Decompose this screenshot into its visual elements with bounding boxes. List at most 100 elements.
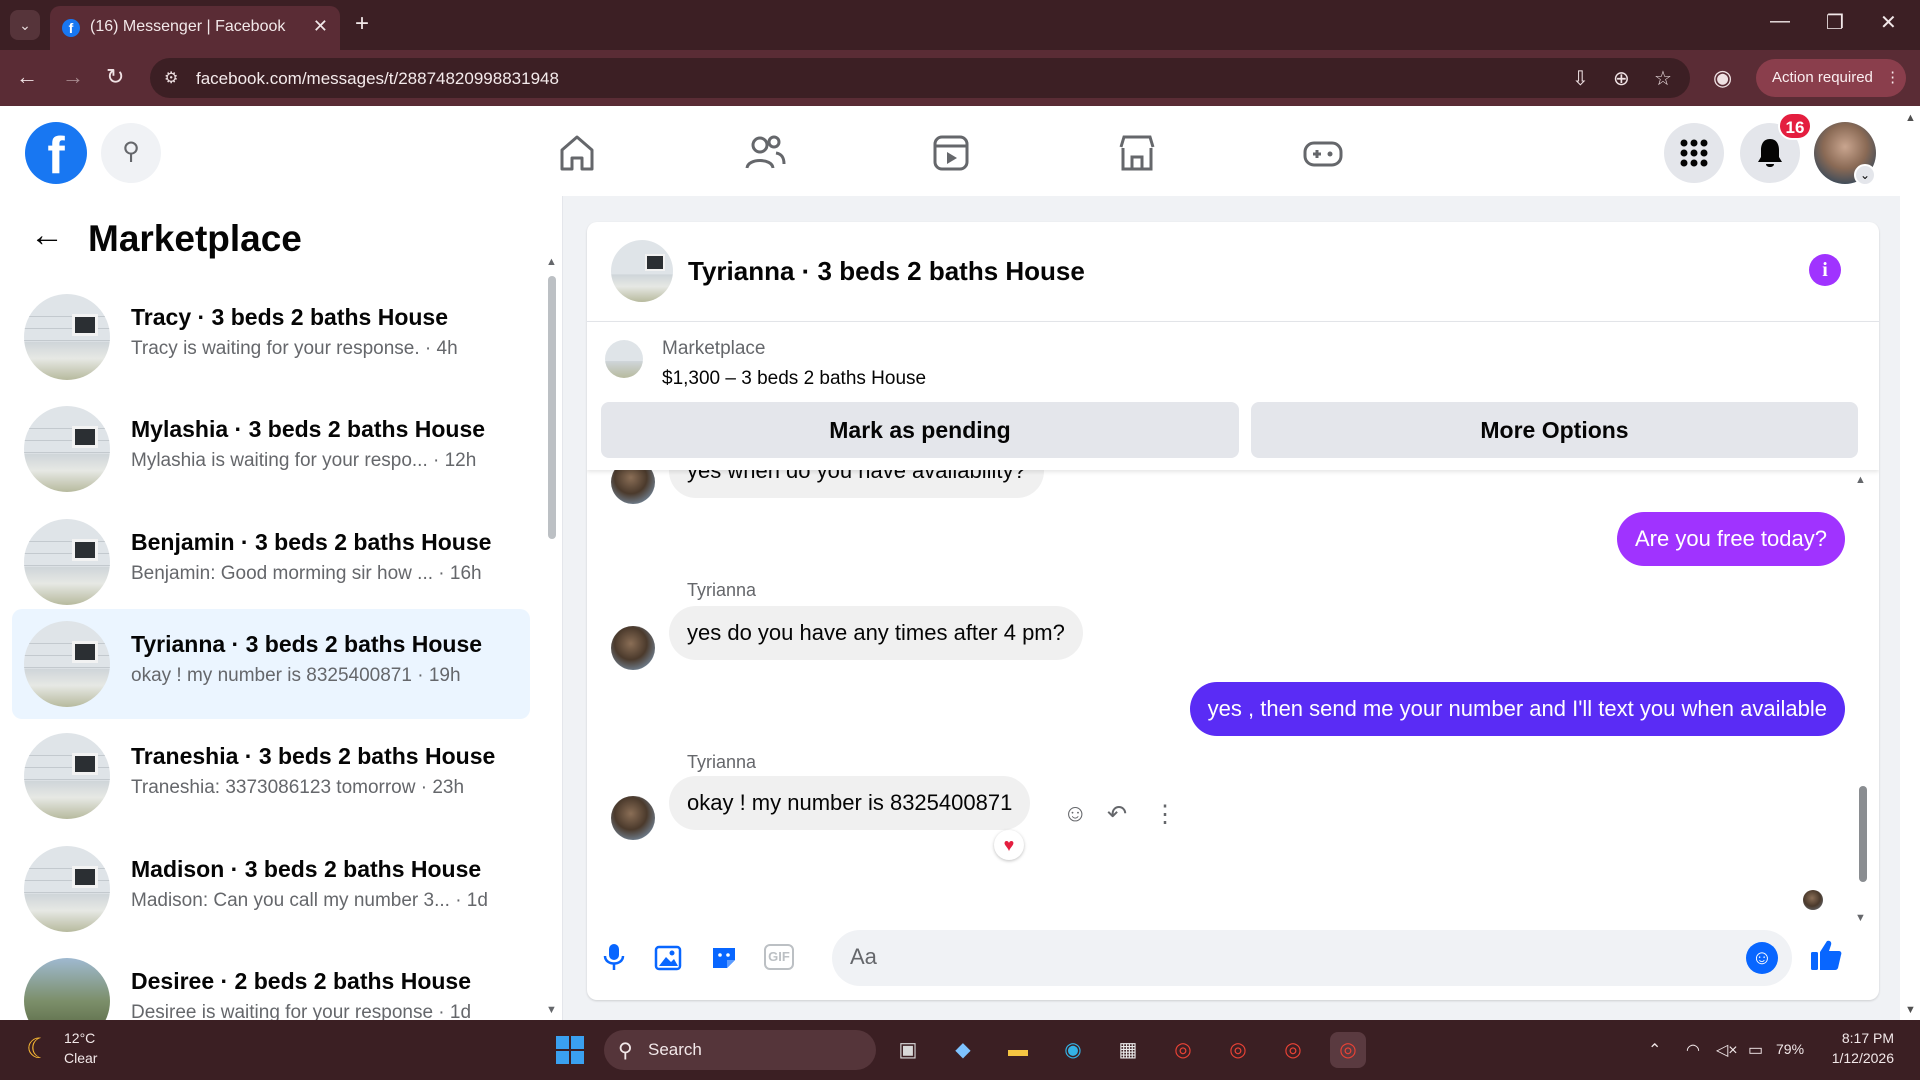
message-input[interactable]: Aa ☺ bbox=[832, 930, 1792, 986]
message-incoming: okay ! my number is 8325400871 bbox=[669, 776, 1031, 830]
video-icon[interactable] bbox=[926, 128, 976, 178]
conversation-item[interactable]: Benjamin · 3 beds 2 baths House Benjamin… bbox=[12, 507, 530, 617]
scroll-up-icon[interactable]: ▲ bbox=[1905, 112, 1916, 124]
back-icon[interactable]: ← bbox=[16, 64, 38, 90]
sidebar-scrollbar[interactable] bbox=[548, 276, 556, 539]
chat-title[interactable]: Tyrianna · 3 beds 2 baths House bbox=[688, 256, 1085, 287]
heart-reaction-icon[interactable]: ♥ bbox=[994, 830, 1024, 860]
url-text[interactable]: facebook.com/messages/t/2887482099883194… bbox=[196, 69, 559, 89]
browser-toolbar: ← → ↻ ⚙ facebook.com/messages/t/28874820… bbox=[0, 50, 1920, 106]
chat-panel: Tyrianna · 3 beds 2 baths House i Market… bbox=[587, 222, 1879, 1000]
clock-time[interactable]: 8:17 PM bbox=[1826, 1030, 1894, 1046]
conversation-preview: Benjamin: Good morming sir how ... · 16h bbox=[131, 563, 482, 584]
reload-icon[interactable]: ↻ bbox=[106, 64, 124, 90]
account-chevron-down-icon[interactable]: ⌄ bbox=[1854, 164, 1876, 186]
info-icon[interactable]: i bbox=[1809, 254, 1841, 286]
message-sender: Tyrianna bbox=[687, 752, 757, 772]
chat-header: Tyrianna · 3 beds 2 baths House i bbox=[587, 222, 1879, 322]
copilot-icon[interactable]: ◆ bbox=[945, 1032, 981, 1068]
volume-muted-icon[interactable]: ◁× bbox=[1716, 1040, 1738, 1060]
windows-start-icon[interactable] bbox=[556, 1036, 584, 1064]
clock-date[interactable]: 1/12/2026 bbox=[1814, 1050, 1894, 1066]
file-explorer-icon[interactable]: ▬ bbox=[1000, 1032, 1036, 1068]
react-emoji-icon[interactable]: ☺ bbox=[1063, 800, 1088, 828]
chrome-profile-icon[interactable]: ◎ bbox=[1220, 1032, 1256, 1068]
scroll-down-icon[interactable]: ▼ bbox=[1905, 1004, 1916, 1016]
facebook-logo-icon[interactable]: f bbox=[25, 122, 87, 185]
bookmark-star-icon[interactable]: ☆ bbox=[1654, 66, 1672, 91]
conversation-item[interactable]: Tracy · 3 beds 2 baths House Tracy is wa… bbox=[12, 282, 530, 392]
scroll-up-icon[interactable]: ▲ bbox=[1855, 474, 1866, 486]
moon-weather-icon[interactable]: ☾ bbox=[26, 1032, 51, 1065]
zoom-icon[interactable]: ⊕ bbox=[1613, 66, 1630, 91]
scroll-up-icon[interactable]: ▲ bbox=[546, 256, 557, 268]
install-app-icon[interactable]: ⇩ bbox=[1572, 66, 1589, 91]
restore-icon[interactable]: ❐ bbox=[1826, 10, 1844, 35]
battery-icon[interactable]: ▭ bbox=[1748, 1040, 1763, 1060]
tab-close-icon[interactable]: ✕ bbox=[313, 16, 328, 37]
conversation-item[interactable]: Madison · 3 beds 2 baths House Madison: … bbox=[12, 834, 530, 944]
conversation-item[interactable]: Traneshia · 3 beds 2 baths House Tranesh… bbox=[12, 721, 530, 831]
chrome-active-icon[interactable]: ◎ bbox=[1330, 1032, 1366, 1068]
back-arrow-icon[interactable]: ← bbox=[30, 216, 64, 255]
tab-search-dropdown-icon[interactable]: ⌄ bbox=[10, 10, 40, 40]
thumbs-up-icon[interactable] bbox=[1809, 938, 1843, 980]
task-view-icon[interactable]: ▣ bbox=[890, 1032, 926, 1068]
mark-as-pending-button[interactable]: Mark as pending bbox=[601, 402, 1239, 458]
menu-grid-icon[interactable] bbox=[1664, 123, 1724, 183]
listing-thumbnail bbox=[24, 621, 110, 707]
conversation-item[interactable]: Mylashia · 3 beds 2 baths House Mylashia… bbox=[12, 394, 530, 504]
taskbar-search[interactable]: ⚲ Search bbox=[604, 1030, 876, 1070]
listing-thumbnail[interactable] bbox=[605, 340, 643, 378]
search-icon[interactable]: ⚲ bbox=[101, 123, 161, 183]
chat-scrollbar[interactable] bbox=[1859, 786, 1867, 882]
store-icon[interactable]: ▦ bbox=[1110, 1032, 1146, 1068]
listing-thumbnail bbox=[24, 846, 110, 932]
profile-icon[interactable]: ◉ bbox=[1713, 65, 1732, 91]
page-scrollbar[interactable]: ▲ ▼ bbox=[1900, 106, 1920, 1020]
conversation-name: Traneshia · 3 beds 2 baths House bbox=[131, 743, 496, 769]
photo-icon[interactable] bbox=[650, 938, 688, 976]
emoji-icon[interactable]: ☺ bbox=[1746, 942, 1778, 974]
action-required-button[interactable]: Action required ⋮ bbox=[1756, 59, 1906, 97]
tab-title: (16) Messenger | Facebook bbox=[90, 18, 286, 35]
avatar bbox=[611, 796, 655, 840]
sidebar-title: Marketplace bbox=[88, 218, 302, 259]
new-tab-icon[interactable]: + bbox=[355, 10, 369, 38]
more-actions-icon[interactable]: ⋮ bbox=[1153, 800, 1177, 829]
more-options-button[interactable]: More Options bbox=[1251, 402, 1858, 458]
gif-icon[interactable]: GIF bbox=[764, 944, 794, 970]
reply-icon[interactable]: ↶ bbox=[1107, 800, 1127, 829]
conversation-sidebar: ← Marketplace Tracy · 3 beds 2 baths Hou… bbox=[0, 196, 563, 1020]
sticker-icon[interactable] bbox=[705, 938, 743, 976]
window-close-icon[interactable]: ✕ bbox=[1880, 10, 1897, 35]
marketplace-icon[interactable] bbox=[1112, 128, 1162, 178]
home-icon[interactable] bbox=[552, 128, 602, 178]
address-bar[interactable]: ⚙ facebook.com/messages/t/28874820998831… bbox=[150, 58, 1690, 98]
listing-price[interactable]: $1,300 – 3 beds 2 baths House bbox=[662, 368, 926, 390]
chrome-profile-icon[interactable]: ◎ bbox=[1275, 1032, 1311, 1068]
browser-tabbar: ⌄ f (16) Messenger | Facebook ✕ + — ❐ ✕ bbox=[0, 0, 1920, 50]
listing-thumbnail[interactable] bbox=[611, 240, 673, 302]
friends-icon[interactable] bbox=[740, 128, 790, 178]
scroll-down-icon[interactable]: ▼ bbox=[546, 1004, 557, 1016]
browser-tab-messenger[interactable]: f (16) Messenger | Facebook ✕ bbox=[50, 6, 340, 50]
listing-label: Marketplace bbox=[662, 338, 766, 359]
notification-count-badge: 16 bbox=[1778, 112, 1812, 140]
conversation-item[interactable]: Desiree · 2 beds 2 baths House Desiree i… bbox=[12, 946, 530, 1020]
edge-icon[interactable]: ◉ bbox=[1055, 1032, 1091, 1068]
conversation-preview: Desiree is waiting for your response · 1… bbox=[131, 1002, 472, 1020]
chrome-icon[interactable]: ◎ bbox=[1165, 1032, 1201, 1068]
site-info-icon[interactable]: ⚙ bbox=[164, 68, 178, 88]
weather-temperature[interactable]: 12°C bbox=[64, 1030, 95, 1046]
forward-icon[interactable]: → bbox=[62, 64, 84, 90]
message-composer: GIF Aa ☺ bbox=[587, 922, 1879, 1000]
conversation-item-active[interactable]: Tyrianna · 3 beds 2 baths House okay ! m… bbox=[12, 609, 530, 719]
message-sender: Tyrianna bbox=[687, 580, 757, 600]
weather-condition[interactable]: Clear bbox=[64, 1050, 97, 1066]
wifi-icon[interactable]: ◠ bbox=[1686, 1040, 1700, 1060]
microphone-icon[interactable] bbox=[595, 938, 633, 976]
gaming-icon[interactable] bbox=[1298, 128, 1348, 178]
show-hidden-icons-icon[interactable]: ⌃ bbox=[1648, 1040, 1661, 1060]
minimize-icon[interactable]: — bbox=[1770, 10, 1790, 33]
